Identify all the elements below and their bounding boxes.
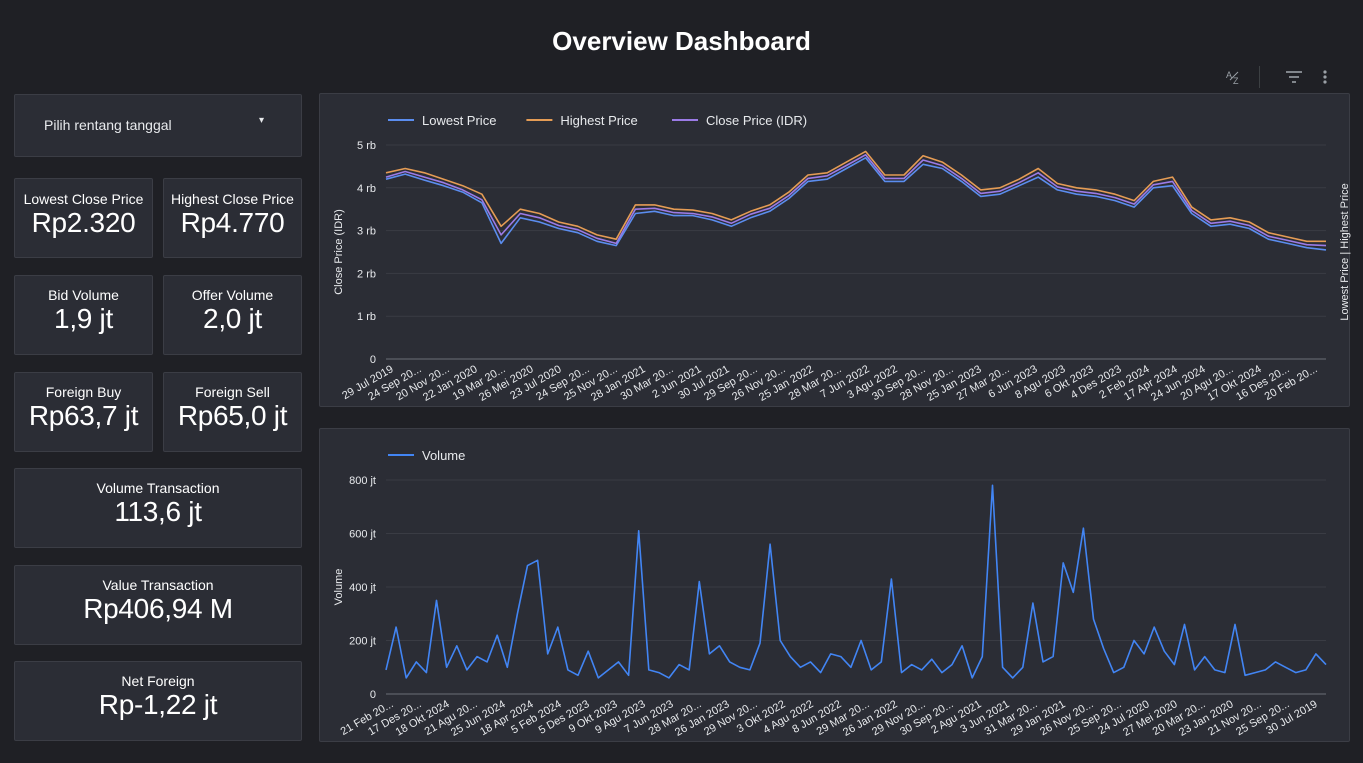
y-axis-label-right: Lowest Price | Highest Price <box>1339 183 1351 320</box>
scorecard-value: 113,6 jt <box>114 496 202 527</box>
date-range-picker[interactable]: Pilih rentang tanggal ▾ <box>14 94 302 157</box>
series-line-lowest-price <box>385 156 1327 251</box>
scorecard-label: Highest Close Price <box>171 191 294 207</box>
scorecard-label: Value Transaction <box>102 577 214 593</box>
legend-label: Lowest Price <box>422 113 496 128</box>
scorecard-value: Rp65,0 jt <box>177 400 288 431</box>
y-tick-label: 200 jt <box>349 636 376 648</box>
filter-icon[interactable] <box>1284 66 1304 88</box>
scorecard-label: Net Foreign <box>121 673 195 689</box>
y-tick-label: 400 jt <box>349 582 376 594</box>
volume-chart-panel: 0 200 jt 400 jt 600 jt 800 jt Volume 21 Feb 20… <box>319 428 1350 742</box>
scorecard-bid-volume: Bid Volume 1,9 jt <box>14 275 153 355</box>
caret-down-icon: ▾ <box>259 115 265 126</box>
y-axis-label: Volume <box>333 569 345 606</box>
y-tick-label: 3 rb <box>357 226 376 238</box>
scorecard-value: Rp-1,22 jt <box>98 689 218 720</box>
scorecard-label: Lowest Close Price <box>23 191 144 207</box>
volume-line-chart: 0200 jt400 jt600 jt800 jtVolume21 Feb 20… <box>333 448 1327 739</box>
scorecard-value: Rp406,94 M <box>83 593 233 624</box>
series-line-close-price-idr <box>385 153 1327 247</box>
price-line-chart: 0 1 rb 2 rb 3 rb 4 rb 5 rb Close Price (IDR) Lo… <box>333 113 1351 404</box>
scorecard-label: Foreign Sell <box>195 384 270 400</box>
page-title: Overview Dashboard <box>552 26 811 56</box>
scorecard-value: Rp63,7 jt <box>28 400 139 431</box>
y-tick-label: 0 <box>370 354 376 366</box>
y-tick-label: 800 jt <box>349 475 376 487</box>
scorecard-net-foreign: Net Foreign Rp-1,22 jt <box>14 661 302 741</box>
more-vert-icon[interactable] <box>1318 66 1332 88</box>
scorecard-label: Offer Volume <box>191 287 274 303</box>
scorecard-highest-close: Highest Close Price Rp4.770 <box>163 178 302 258</box>
scorecard-label: Bid Volume <box>48 287 119 303</box>
scorecard-value: Rp4.770 <box>180 207 285 238</box>
y-tick-label: 600 jt <box>349 529 376 541</box>
scorecard-lowest-close: Lowest Close Price Rp2.320 <box>14 178 153 258</box>
scorecard-value: 2,0 jt <box>203 303 262 334</box>
scorecard-foreign-sell: Foreign Sell Rp65,0 jt <box>163 372 302 452</box>
toolbar-divider <box>1259 66 1260 88</box>
scorecard-value: Rp2.320 <box>31 207 136 238</box>
series-line-volume <box>385 484 1327 679</box>
scorecard-label: Volume Transaction <box>96 480 220 496</box>
scorecard-foreign-buy: Foreign Buy Rp63,7 jt <box>14 372 153 452</box>
svg-text:Z: Z <box>1233 76 1239 86</box>
scorecard-volume-transaction: Volume Transaction 113,6 jt <box>14 468 302 548</box>
scorecard-value: 1,9 jt <box>54 303 113 334</box>
y-tick-label: 0 <box>370 689 376 701</box>
y-tick-label: 2 rb <box>357 268 376 280</box>
y-tick-label: 4 rb <box>357 183 376 195</box>
y-axis-label: Close Price (IDR) <box>333 209 345 295</box>
scorecard-value-transaction: Value Transaction Rp406,94 M <box>14 565 302 645</box>
price-chart-panel: 0 1 rb 2 rb 3 rb 4 rb 5 rb Close Price (IDR) Lo… <box>319 93 1351 407</box>
legend-label: Close Price (IDR) <box>706 113 807 128</box>
y-tick-label: 5 rb <box>357 140 376 152</box>
series-line-highest-price <box>385 150 1326 243</box>
legend-label: Volume <box>422 448 465 463</box>
scorecard-label: Foreign Buy <box>45 384 122 400</box>
sort-az-icon[interactable]: A Z <box>1225 66 1245 88</box>
legend-label: Highest Price <box>560 113 637 128</box>
y-tick-label: 1 rb <box>357 311 376 323</box>
date-range-label: Pilih rentang tanggal <box>44 117 172 133</box>
scorecard-offer-volume: Offer Volume 2,0 jt <box>163 275 302 355</box>
